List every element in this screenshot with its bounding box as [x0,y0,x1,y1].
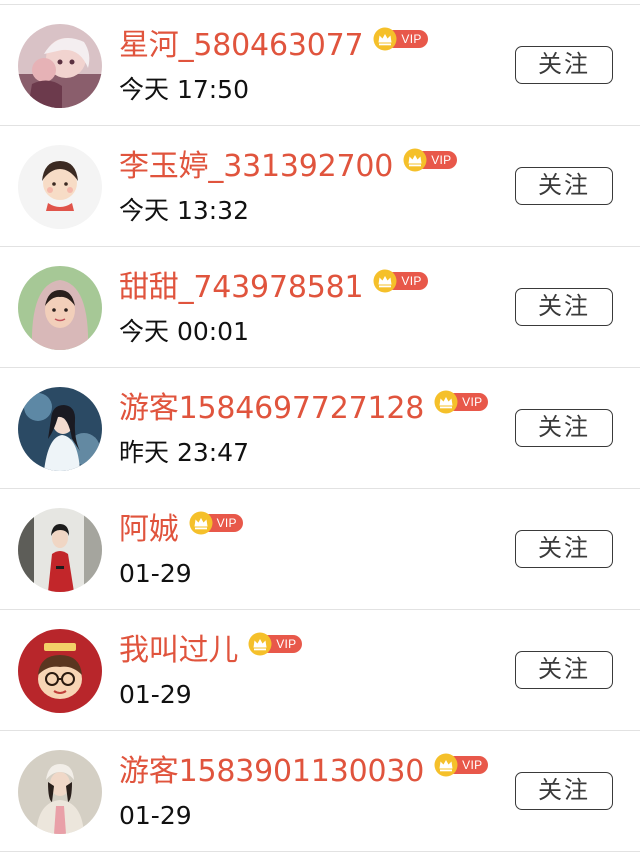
avatar[interactable] [18,24,102,108]
user-name[interactable]: 游客1584697727128 [119,389,424,429]
timestamp: 今天 17:50 [119,75,249,104]
list-item[interactable]: 李玉婷_331392700 VIP 今天 13:32 关注 [0,126,640,247]
vip-badge: VIP [403,148,458,172]
list-item[interactable]: 星河_580463077 VIP 今天 17:50 关注 [0,5,640,126]
list-item[interactable]: 游客1584697727128 VIP 昨天 23:47 关注 [0,368,640,489]
vip-badge: VIP [373,27,428,51]
crown-icon [189,511,213,535]
crown-icon [434,390,458,414]
list-item[interactable]: 阿娍 VIP 01-29 关注 [0,489,640,610]
user-name[interactable]: 阿娍 [119,510,179,550]
avatar[interactable] [18,145,102,229]
crown-icon [373,27,397,51]
vip-badge: VIP [248,632,303,656]
list-item[interactable]: 甜甜_743978581 VIP 今天 00:01 关注 [0,247,640,368]
user-name[interactable]: 甜甜_743978581 [119,268,364,308]
follow-button[interactable]: 关注 [515,772,613,810]
vip-badge: VIP [434,390,489,414]
timestamp: 今天 00:01 [119,317,249,346]
user-name[interactable]: 李玉婷_331392700 [119,147,393,187]
list-item[interactable]: 我叫过儿 VIP 01-29 关注 [0,610,640,731]
timestamp: 昨天 23:47 [119,438,249,467]
follower-list: 星河_580463077 VIP 今天 17:50 关注 李玉婷_3313927… [0,0,640,860]
avatar[interactable] [18,750,102,834]
user-name[interactable]: 游客1583901130030 [119,752,424,792]
follow-button[interactable]: 关注 [515,288,613,326]
timestamp: 今天 13:32 [119,196,249,225]
avatar[interactable] [18,387,102,471]
crown-icon [248,632,272,656]
vip-badge: VIP [373,269,428,293]
timestamp: 01-29 [119,680,192,709]
follow-button[interactable]: 关注 [515,46,613,84]
follow-button[interactable]: 关注 [515,409,613,447]
follow-button[interactable]: 关注 [515,530,613,568]
follow-button[interactable]: 关注 [515,651,613,689]
crown-icon [403,148,427,172]
user-name[interactable]: 星河_580463077 [119,26,364,66]
crown-icon [434,753,458,777]
timestamp: 01-29 [119,801,192,830]
vip-badge: VIP [189,511,243,535]
avatar[interactable] [18,266,102,350]
vip-badge: VIP [434,753,489,777]
user-name[interactable]: 我叫过儿 [119,631,238,671]
avatar[interactable] [18,629,102,713]
crown-icon [373,269,397,293]
follow-button[interactable]: 关注 [515,167,613,205]
avatar[interactable] [18,508,102,592]
timestamp: 01-29 [119,559,192,588]
list-item[interactable]: 游客1583901130030 VIP 01-29 关注 [0,731,640,852]
